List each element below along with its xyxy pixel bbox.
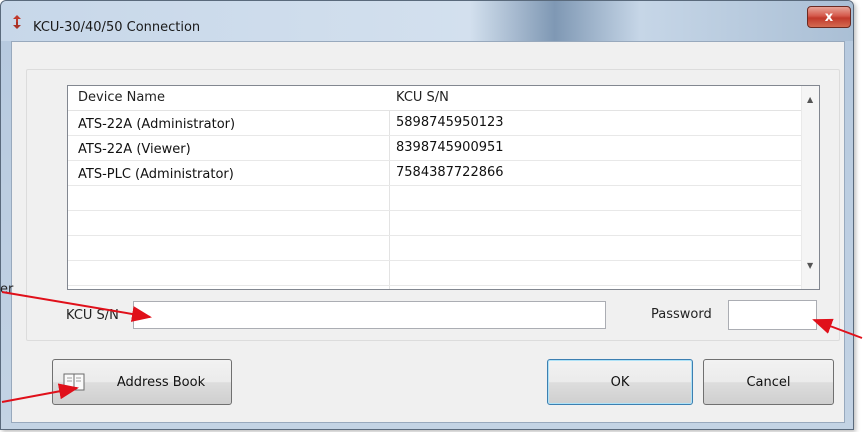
password-input[interactable] bbox=[728, 300, 817, 330]
address-book-label: Address Book bbox=[116, 374, 206, 390]
close-icon: x bbox=[824, 9, 834, 25]
kcu-sn-cell: 7584387722866 bbox=[396, 165, 504, 180]
device-table[interactable]: Device Name KCU S/N ATS-22A (Administrat… bbox=[67, 85, 820, 290]
kcu-sn-input[interactable] bbox=[133, 301, 606, 329]
device-name-cell: ATS-22A (Viewer) bbox=[78, 142, 191, 157]
device-name-cell: ATS-22A (Administrator) bbox=[78, 117, 236, 132]
table-row[interactable]: ATS-22A (Viewer) 8398745900951 bbox=[68, 136, 802, 161]
kcu-sn-cell: 8398745900951 bbox=[396, 140, 504, 155]
address-book-button[interactable]: Address Book bbox=[52, 359, 232, 405]
ok-button[interactable]: OK bbox=[547, 359, 693, 405]
window-title: KCU-30/40/50 Connection bbox=[33, 20, 201, 35]
cancel-label: Cancel bbox=[746, 374, 791, 390]
table-row[interactable] bbox=[68, 261, 802, 286]
title-bar[interactable]: KCU-30/40/50 Connection x bbox=[1, 1, 853, 41]
table-row[interactable] bbox=[68, 186, 802, 211]
table-scrollbar[interactable]: ▲ ▼ bbox=[801, 86, 819, 289]
kcu-sn-label: KCU S/N bbox=[66, 308, 119, 323]
table-header: Device Name KCU S/N bbox=[68, 86, 802, 111]
column-header-kcu-sn[interactable]: KCU S/N bbox=[396, 90, 449, 105]
edge-annotation-text: er bbox=[0, 282, 14, 297]
column-header-device-name[interactable]: Device Name bbox=[78, 90, 165, 105]
app-icon bbox=[13, 15, 21, 29]
table-row[interactable] bbox=[68, 236, 802, 261]
table-row[interactable]: ATS-PLC (Administrator) 7584387722866 bbox=[68, 161, 802, 186]
scroll-up-arrow-icon[interactable]: ▲ bbox=[807, 95, 813, 104]
scroll-down-arrow-icon[interactable]: ▼ bbox=[807, 261, 813, 270]
password-label: Password bbox=[651, 307, 712, 322]
address-book-icon bbox=[63, 373, 85, 391]
cancel-button[interactable]: Cancel bbox=[703, 359, 834, 405]
table-row[interactable] bbox=[68, 211, 802, 236]
device-name-cell: ATS-PLC (Administrator) bbox=[78, 167, 234, 182]
close-button[interactable]: x bbox=[807, 6, 851, 28]
ok-label: OK bbox=[610, 374, 630, 390]
kcu-sn-cell: 5898745950123 bbox=[396, 115, 504, 130]
table-row[interactable]: ATS-22A (Administrator) 5898745950123 bbox=[68, 111, 802, 136]
